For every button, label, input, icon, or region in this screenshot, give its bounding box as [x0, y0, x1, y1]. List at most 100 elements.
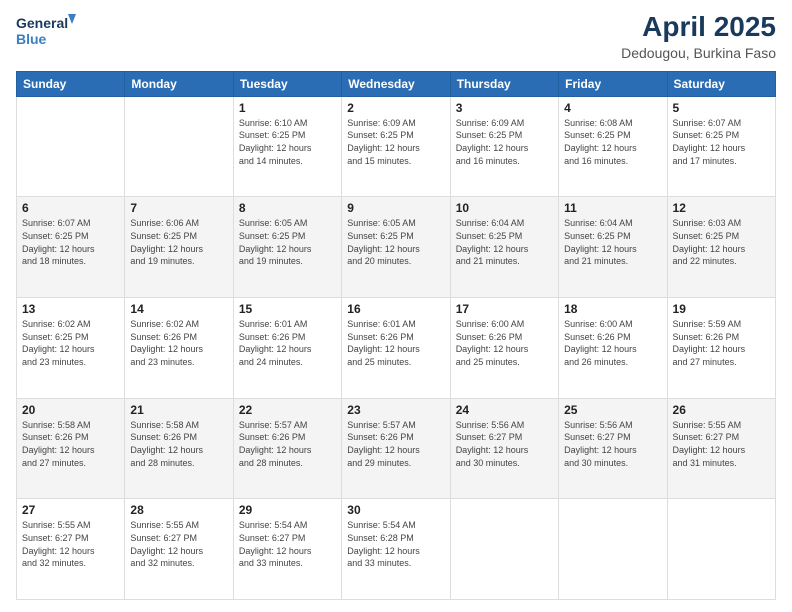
calendar-cell: 17 Sunrise: 6:00 AM Sunset: 6:26 PM Dayli… — [450, 298, 558, 399]
location: Dedougou, Burkina Faso — [621, 45, 776, 61]
day-number: 24 — [456, 403, 553, 417]
calendar-cell: 21 Sunrise: 5:58 AM Sunset: 6:26 PM Dayli… — [125, 398, 233, 499]
calendar-cell: 28 Sunrise: 5:55 AM Sunset: 6:27 PM Dayli… — [125, 499, 233, 600]
day-number: 8 — [239, 201, 336, 215]
day-number: 11 — [564, 201, 661, 215]
day-number: 23 — [347, 403, 444, 417]
header: General Blue April 2025 Dedougou, Burkin… — [16, 12, 776, 61]
day-info: Sunrise: 6:07 AM Sunset: 6:25 PM Dayligh… — [673, 117, 770, 167]
day-number: 26 — [673, 403, 770, 417]
day-info: Sunrise: 6:05 AM Sunset: 6:25 PM Dayligh… — [347, 217, 444, 267]
day-info: Sunrise: 5:56 AM Sunset: 6:27 PM Dayligh… — [456, 419, 553, 469]
day-number: 20 — [22, 403, 119, 417]
svg-text:General: General — [16, 15, 68, 31]
day-info: Sunrise: 5:57 AM Sunset: 6:26 PM Dayligh… — [239, 419, 336, 469]
day-number: 25 — [564, 403, 661, 417]
calendar-cell: 18Sunrise: 6:00 AM Sunset: 6:26 PM Dayli… — [559, 298, 667, 399]
calendar-cell: 6Sunrise: 6:07 AM Sunset: 6:25 PM Daylig… — [17, 197, 125, 298]
calendar-cell: 19 Sunrise: 5:59 AM Sunset: 6:26 PM Dayli… — [667, 298, 775, 399]
calendar-cell: 9Sunrise: 6:05 AM Sunset: 6:25 PM Daylig… — [342, 197, 450, 298]
day-info: Sunrise: 6:00 AM Sunset: 6:26 PM Dayligh… — [564, 318, 661, 368]
day-number: 14 — [130, 302, 227, 316]
day-info: Sunrise: 6:00 AM Sunset: 6:26 PM Dayligh… — [456, 318, 553, 368]
calendar-cell — [450, 499, 558, 600]
calendar-cell: 14 Sunrise: 6:02 AM Sunset: 6:26 PM Dayli… — [125, 298, 233, 399]
header-thursday: Thursday — [450, 71, 558, 96]
header-friday: Friday — [559, 71, 667, 96]
calendar-cell: 22 Sunrise: 5:57 AM Sunset: 6:26 PM Dayli… — [233, 398, 341, 499]
calendar-week-row: 6Sunrise: 6:07 AM Sunset: 6:25 PM Daylig… — [17, 197, 776, 298]
day-info: Sunrise: 5:57 AM Sunset: 6:26 PM Dayligh… — [347, 419, 444, 469]
day-number: 13 — [22, 302, 119, 316]
calendar-week-row: 20 Sunrise: 5:58 AM Sunset: 6:26 PM Dayli… — [17, 398, 776, 499]
calendar-week-row: 1Sunrise: 6:10 AM Sunset: 6:25 PM Daylig… — [17, 96, 776, 197]
day-number: 21 — [130, 403, 227, 417]
day-info: Sunrise: 5:55 AM Sunset: 6:27 PM Dayligh… — [22, 519, 119, 569]
day-info: Sunrise: 6:08 AM Sunset: 6:25 PM Dayligh… — [564, 117, 661, 167]
day-info: Sunrise: 6:02 AM Sunset: 6:26 PM Dayligh… — [130, 318, 227, 368]
calendar-cell — [17, 96, 125, 197]
calendar-cell: 10 Sunrise: 6:04 AM Sunset: 6:25 PM Dayli… — [450, 197, 558, 298]
day-number: 3 — [456, 101, 553, 115]
day-info: Sunrise: 6:04 AM Sunset: 6:25 PM Dayligh… — [564, 217, 661, 267]
day-info: Sunrise: 6:01 AM Sunset: 6:26 PM Dayligh… — [347, 318, 444, 368]
calendar-cell: 5 Sunrise: 6:07 AM Sunset: 6:25 PM Daylig… — [667, 96, 775, 197]
day-info: Sunrise: 6:05 AM Sunset: 6:25 PM Dayligh… — [239, 217, 336, 267]
day-info: Sunrise: 5:55 AM Sunset: 6:27 PM Dayligh… — [130, 519, 227, 569]
header-tuesday: Tuesday — [233, 71, 341, 96]
page: General Blue April 2025 Dedougou, Burkin… — [0, 0, 792, 612]
day-number: 4 — [564, 101, 661, 115]
header-right: April 2025 Dedougou, Burkina Faso — [621, 12, 776, 61]
calendar-cell: 23 Sunrise: 5:57 AM Sunset: 6:26 PM Dayli… — [342, 398, 450, 499]
calendar-cell — [125, 96, 233, 197]
day-info: Sunrise: 6:10 AM Sunset: 6:25 PM Dayligh… — [239, 117, 336, 167]
calendar-cell: 7 Sunrise: 6:06 AM Sunset: 6:25 PM Daylig… — [125, 197, 233, 298]
day-info: Sunrise: 5:56 AM Sunset: 6:27 PM Dayligh… — [564, 419, 661, 469]
day-info: Sunrise: 5:55 AM Sunset: 6:27 PM Dayligh… — [673, 419, 770, 469]
calendar-cell: 20 Sunrise: 5:58 AM Sunset: 6:26 PM Dayli… — [17, 398, 125, 499]
calendar-table: Sunday Monday Tuesday Wednesday Thursday… — [16, 71, 776, 600]
calendar-cell: 8 Sunrise: 6:05 AM Sunset: 6:25 PM Daylig… — [233, 197, 341, 298]
day-number: 6 — [22, 201, 119, 215]
day-number: 10 — [456, 201, 553, 215]
calendar-cell: 3 Sunrise: 6:09 AM Sunset: 6:25 PM Daylig… — [450, 96, 558, 197]
calendar-cell: 13Sunrise: 6:02 AM Sunset: 6:25 PM Dayli… — [17, 298, 125, 399]
day-number: 17 — [456, 302, 553, 316]
header-saturday: Saturday — [667, 71, 775, 96]
day-info: Sunrise: 6:09 AM Sunset: 6:25 PM Dayligh… — [347, 117, 444, 167]
day-number: 5 — [673, 101, 770, 115]
logo: General Blue — [16, 12, 76, 52]
calendar-cell: 29 Sunrise: 5:54 AM Sunset: 6:27 PM Dayli… — [233, 499, 341, 600]
calendar-cell: 11 Sunrise: 6:04 AM Sunset: 6:25 PM Dayli… — [559, 197, 667, 298]
day-info: Sunrise: 5:54 AM Sunset: 6:27 PM Dayligh… — [239, 519, 336, 569]
day-number: 28 — [130, 503, 227, 517]
calendar-week-row: 27 Sunrise: 5:55 AM Sunset: 6:27 PM Dayli… — [17, 499, 776, 600]
calendar-cell: 4 Sunrise: 6:08 AM Sunset: 6:25 PM Daylig… — [559, 96, 667, 197]
day-info: Sunrise: 6:01 AM Sunset: 6:26 PM Dayligh… — [239, 318, 336, 368]
day-info: Sunrise: 5:58 AM Sunset: 6:26 PM Dayligh… — [22, 419, 119, 469]
day-info: Sunrise: 6:09 AM Sunset: 6:25 PM Dayligh… — [456, 117, 553, 167]
svg-text:Blue: Blue — [16, 31, 47, 47]
day-info: Sunrise: 5:58 AM Sunset: 6:26 PM Dayligh… — [130, 419, 227, 469]
day-info: Sunrise: 6:04 AM Sunset: 6:25 PM Dayligh… — [456, 217, 553, 267]
calendar-week-row: 13Sunrise: 6:02 AM Sunset: 6:25 PM Dayli… — [17, 298, 776, 399]
calendar-cell: 15Sunrise: 6:01 AM Sunset: 6:26 PM Dayli… — [233, 298, 341, 399]
calendar-cell: 1Sunrise: 6:10 AM Sunset: 6:25 PM Daylig… — [233, 96, 341, 197]
calendar-cell: 24 Sunrise: 5:56 AM Sunset: 6:27 PM Dayli… — [450, 398, 558, 499]
day-info: Sunrise: 6:06 AM Sunset: 6:25 PM Dayligh… — [130, 217, 227, 267]
header-wednesday: Wednesday — [342, 71, 450, 96]
day-number: 19 — [673, 302, 770, 316]
calendar-cell: 27 Sunrise: 5:55 AM Sunset: 6:27 PM Dayli… — [17, 499, 125, 600]
day-info: Sunrise: 6:03 AM Sunset: 6:25 PM Dayligh… — [673, 217, 770, 267]
day-info: Sunrise: 5:59 AM Sunset: 6:26 PM Dayligh… — [673, 318, 770, 368]
calendar-cell: 25 Sunrise: 5:56 AM Sunset: 6:27 PM Dayli… — [559, 398, 667, 499]
day-number: 29 — [239, 503, 336, 517]
day-number: 22 — [239, 403, 336, 417]
day-number: 30 — [347, 503, 444, 517]
weekday-header-row: Sunday Monday Tuesday Wednesday Thursday… — [17, 71, 776, 96]
day-number: 7 — [130, 201, 227, 215]
logo-svg: General Blue — [16, 12, 76, 52]
calendar-cell: 26 Sunrise: 5:55 AM Sunset: 6:27 PM Dayli… — [667, 398, 775, 499]
day-number: 27 — [22, 503, 119, 517]
calendar-cell: 30Sunrise: 5:54 AM Sunset: 6:28 PM Dayli… — [342, 499, 450, 600]
